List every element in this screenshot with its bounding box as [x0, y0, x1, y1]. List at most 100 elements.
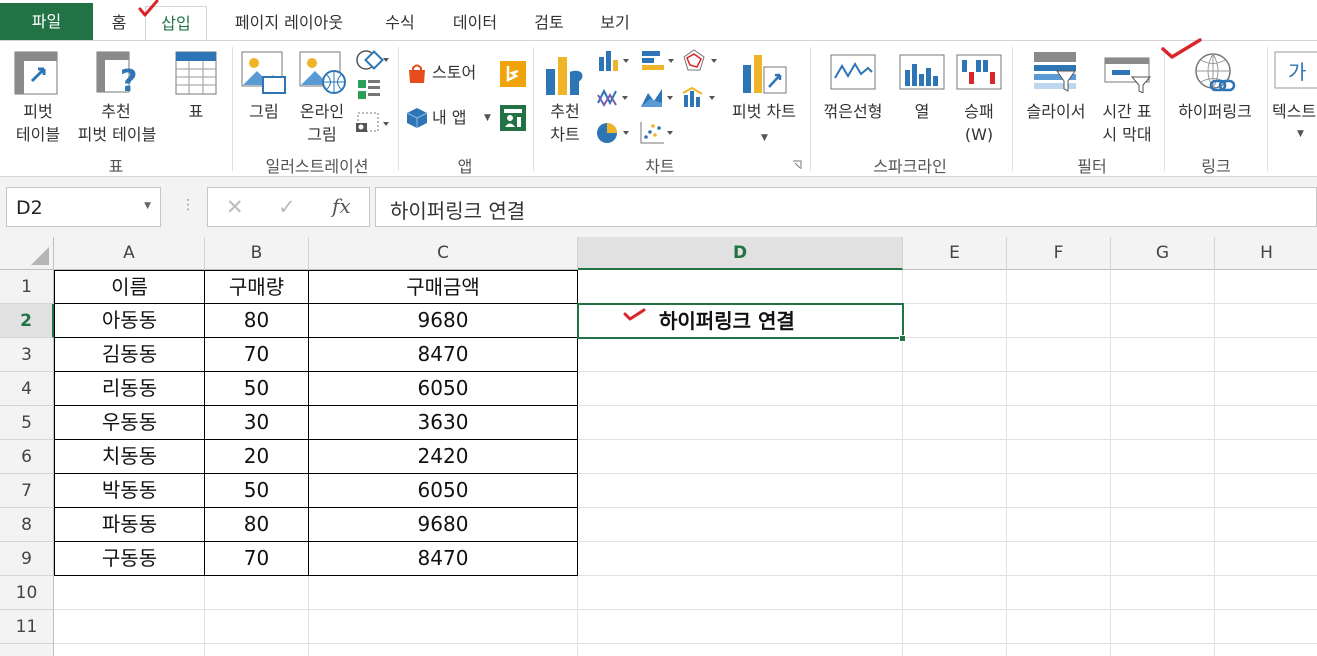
column-header-b[interactable]: B — [205, 237, 309, 270]
column-header-a[interactable]: A — [54, 237, 205, 270]
empty-cell[interactable] — [54, 644, 205, 656]
column-header-h[interactable]: H — [1215, 237, 1317, 270]
empty-cell[interactable] — [1007, 474, 1111, 508]
tab-page-layout[interactable]: 페이지 레이아웃 — [214, 6, 364, 41]
tab-view[interactable]: 보기 — [588, 6, 642, 41]
empty-cell[interactable] — [1111, 406, 1215, 440]
row-header[interactable]: 1 — [0, 270, 54, 304]
empty-cell[interactable] — [1215, 644, 1317, 656]
empty-cell[interactable] — [903, 406, 1007, 440]
empty-cell[interactable] — [309, 610, 578, 644]
table-data-cell[interactable]: 50 — [205, 474, 309, 508]
row-header[interactable]: 9 — [0, 542, 54, 576]
more-icon[interactable]: ⋮ — [181, 197, 195, 213]
insert-function-icon[interactable]: fx — [332, 194, 351, 218]
scatter-chart-icon[interactable] — [640, 121, 676, 145]
pie-chart-icon[interactable] — [596, 121, 632, 145]
empty-cell[interactable] — [903, 474, 1007, 508]
empty-cell[interactable] — [903, 576, 1007, 610]
empty-cell[interactable] — [578, 406, 903, 440]
combo-chart-icon[interactable] — [682, 85, 720, 111]
empty-cell[interactable] — [578, 474, 903, 508]
table-header-cell[interactable]: 이름 — [54, 270, 205, 304]
empty-cell[interactable] — [1007, 610, 1111, 644]
empty-cell[interactable] — [1007, 508, 1111, 542]
empty-cell[interactable] — [1007, 372, 1111, 406]
empty-cell[interactable] — [1007, 304, 1111, 338]
empty-cell[interactable] — [1215, 338, 1317, 372]
empty-cell[interactable] — [1215, 440, 1317, 474]
table-data-cell[interactable]: 3630 — [309, 406, 578, 440]
row-header[interactable]: 10 — [0, 576, 54, 610]
empty-cell[interactable] — [578, 644, 903, 656]
tab-review[interactable]: 검토 — [522, 6, 576, 41]
table-data-cell[interactable]: 구동동 — [54, 542, 205, 576]
table-data-cell[interactable]: 80 — [205, 304, 309, 338]
empty-cell[interactable] — [1111, 304, 1215, 338]
tab-formulas[interactable]: 수식 — [373, 6, 427, 41]
area-chart-icon[interactable] — [640, 85, 676, 111]
empty-cell[interactable] — [1111, 440, 1215, 474]
empty-cell[interactable] — [205, 610, 309, 644]
empty-cell[interactable] — [1007, 542, 1111, 576]
empty-cell[interactable] — [1111, 542, 1215, 576]
table-data-cell[interactable]: 80 — [205, 508, 309, 542]
empty-cell[interactable] — [1215, 270, 1317, 304]
table-data-cell[interactable]: 6050 — [309, 474, 578, 508]
row-header[interactable]: 3 — [0, 338, 54, 372]
empty-cell[interactable] — [578, 372, 903, 406]
empty-cell[interactable] — [1111, 576, 1215, 610]
empty-cell[interactable] — [903, 610, 1007, 644]
column-header-e[interactable]: E — [903, 237, 1007, 270]
empty-cell[interactable] — [1111, 644, 1215, 656]
empty-cell[interactable] — [54, 576, 205, 610]
table-data-cell[interactable]: 리동동 — [54, 372, 205, 406]
empty-cell[interactable] — [578, 440, 903, 474]
table-data-cell[interactable]: 김동동 — [54, 338, 205, 372]
tab-file[interactable]: 파일 — [0, 3, 93, 41]
table-data-cell[interactable]: 6050 — [309, 372, 578, 406]
empty-cell[interactable] — [1215, 406, 1317, 440]
table-data-cell[interactable]: 아동동 — [54, 304, 205, 338]
table-data-cell[interactable]: 우동동 — [54, 406, 205, 440]
table-data-cell[interactable]: 8470 — [309, 542, 578, 576]
empty-cell[interactable] — [1215, 474, 1317, 508]
cancel-icon[interactable]: ✕ — [226, 195, 244, 219]
table-data-cell[interactable]: 8470 — [309, 338, 578, 372]
row-header[interactable]: 7 — [0, 474, 54, 508]
row-header[interactable]: 11 — [0, 610, 54, 644]
empty-cell[interactable] — [903, 542, 1007, 576]
empty-cell[interactable] — [1215, 576, 1317, 610]
empty-cell[interactable] — [1215, 610, 1317, 644]
empty-cell[interactable] — [1111, 270, 1215, 304]
empty-cell[interactable] — [309, 576, 578, 610]
empty-cell[interactable] — [903, 508, 1007, 542]
empty-cell[interactable] — [578, 576, 903, 610]
row-header[interactable]: 6 — [0, 440, 54, 474]
empty-cell[interactable] — [1111, 610, 1215, 644]
table-header-cell[interactable]: 구매량 — [205, 270, 309, 304]
select-all-button[interactable] — [0, 237, 54, 270]
table-data-cell[interactable]: 파동동 — [54, 508, 205, 542]
table-data-cell[interactable]: 70 — [205, 542, 309, 576]
dialog-launcher-icon[interactable] — [792, 160, 802, 170]
empty-cell[interactable] — [54, 610, 205, 644]
table-data-cell[interactable]: 30 — [205, 406, 309, 440]
row-header[interactable]: 2 — [0, 304, 54, 338]
empty-cell[interactable] — [578, 508, 903, 542]
empty-cell[interactable] — [903, 270, 1007, 304]
tab-home[interactable]: 홈 — [101, 6, 137, 41]
empty-cell[interactable] — [903, 644, 1007, 656]
empty-cell[interactable] — [578, 610, 903, 644]
table-data-cell[interactable]: 9680 — [309, 304, 578, 338]
table-data-cell[interactable]: 2420 — [309, 440, 578, 474]
empty-cell[interactable] — [1215, 372, 1317, 406]
empty-cell[interactable] — [1111, 372, 1215, 406]
table-data-cell[interactable]: 9680 — [309, 508, 578, 542]
empty-cell[interactable] — [1007, 338, 1111, 372]
column-header-c[interactable]: C — [309, 237, 578, 270]
column-header-f[interactable]: F — [1007, 237, 1111, 270]
empty-cell[interactable] — [1007, 270, 1111, 304]
empty-cell[interactable] — [309, 644, 578, 656]
empty-cell[interactable] — [578, 542, 903, 576]
